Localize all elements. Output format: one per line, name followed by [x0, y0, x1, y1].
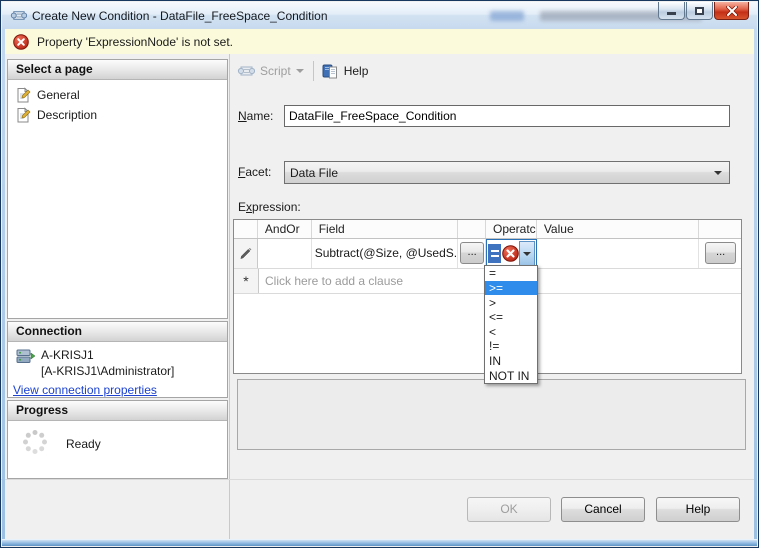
value-browse-button[interactable]: ...: [705, 242, 737, 264]
select-a-page-header: Select a page: [8, 60, 227, 80]
page-edit-icon: [17, 107, 31, 123]
expression-label: Expression:: [238, 200, 301, 214]
operator-option[interactable]: >: [485, 295, 537, 310]
operator-option[interactable]: <=: [485, 310, 537, 325]
connection-box: Connection A-KRISJ1 [A-KRISJ1\Administra…: [7, 321, 228, 398]
andor-cell[interactable]: [258, 239, 312, 268]
ok-button[interactable]: OK: [467, 497, 551, 522]
expression-description-box: [237, 379, 746, 450]
grid-header-row: AndOr Field Operatc Value: [234, 220, 741, 239]
col-value: Value: [537, 220, 700, 238]
row-selector-new: *: [234, 269, 259, 293]
sidebar-item-label: Description: [37, 108, 98, 122]
page-edit-icon: [17, 87, 31, 103]
titlebar: Create New Condition - DataFile_FreeSpac…: [2, 2, 757, 30]
operator-option[interactable]: =: [485, 266, 537, 281]
script-label: Script: [260, 64, 291, 78]
col-andor: AndOr: [258, 220, 312, 238]
chevron-down-icon: [714, 171, 722, 175]
footer-divider: [1, 479, 754, 480]
script-icon: [237, 66, 255, 76]
facet-selected-value: Data File: [290, 165, 339, 180]
script-dropdown-icon: [295, 69, 304, 73]
name-label: Name:: [238, 109, 274, 123]
col-value-btn: [699, 220, 741, 238]
left-panel: Select a page General Description Connec…: [5, 54, 230, 540]
field-ellipsis-cell: ...: [458, 239, 486, 268]
connection-header: Connection: [8, 322, 227, 342]
minimize-button[interactable]: [658, 2, 685, 20]
maximize-button[interactable]: [686, 2, 713, 20]
help-button[interactable]: Help: [656, 497, 740, 522]
row-selector-edit[interactable]: [234, 239, 258, 268]
col-field: Field: [312, 220, 459, 238]
validation-warning-bar: Property 'ExpressionNode' is not set.: [5, 29, 754, 55]
minimize-icon: [667, 12, 676, 15]
toolbar-separator: [312, 61, 314, 81]
name-input[interactable]: [284, 105, 730, 127]
sidebar-item-label: General: [37, 88, 80, 102]
sidebar-item-description[interactable]: Description: [8, 105, 227, 125]
operator-option[interactable]: IN: [485, 354, 537, 369]
help-label: Help: [343, 64, 369, 78]
progress-box: Progress Ready: [7, 400, 228, 479]
value-cell[interactable]: [537, 239, 700, 268]
server-icon: [16, 348, 36, 369]
connection-server: A-KRISJ1: [41, 348, 94, 362]
maximize-icon: [695, 6, 704, 15]
window-frame-right: [754, 28, 757, 541]
close-icon: [725, 5, 738, 16]
progress-status: Ready: [66, 437, 101, 451]
cancel-button[interactable]: Cancel: [561, 497, 645, 522]
operator-option[interactable]: <: [485, 325, 537, 340]
titlebar-watermark: [490, 11, 524, 21]
toolbar: Script Help: [230, 57, 754, 85]
dialog-window: Create New Condition - DataFile_FreeSpac…: [0, 0, 759, 548]
toolbar-help-button[interactable]: Help: [321, 62, 369, 80]
help-book-icon: [322, 64, 337, 79]
operator-option-selected[interactable]: >=: [485, 280, 537, 296]
facet-label: Facet:: [238, 165, 272, 179]
col-field-btn: [458, 220, 486, 238]
window-scroll-icon: [10, 7, 28, 27]
operator-option[interactable]: !=: [485, 339, 537, 354]
operator-dropdown-button[interactable]: [518, 241, 535, 266]
progress-header: Progress: [8, 401, 227, 421]
select-a-page-box: Select a page General Description: [7, 59, 228, 319]
pencil-icon: [240, 247, 252, 259]
operator-option[interactable]: NOT IN: [485, 368, 537, 383]
script-button[interactable]: Script: [237, 62, 304, 80]
view-connection-properties-link[interactable]: View connection properties: [13, 383, 157, 397]
window-frame-bottom: [2, 539, 757, 546]
field-cell[interactable]: Subtract(@Size, @UsedS...: [312, 239, 459, 268]
progress-spinner-icon: [21, 428, 49, 459]
operator-error-icon: [502, 245, 519, 262]
close-button[interactable]: [714, 2, 749, 20]
validation-warning-text: Property 'ExpressionNode' is not set.: [37, 34, 234, 49]
connection-user: [A-KRISJ1\Administrator]: [41, 364, 175, 378]
field-browse-button[interactable]: ...: [460, 242, 485, 264]
sidebar-item-general[interactable]: General: [8, 85, 227, 105]
value-ellipsis-cell: ...: [699, 239, 741, 268]
operator-chip-icon: [488, 244, 501, 263]
window-frame-left: [2, 28, 5, 541]
facet-select[interactable]: Data File: [284, 161, 730, 184]
operator-cell[interactable]: [486, 239, 537, 268]
operator-dropdown-list: = >= > <= < != IN NOT IN: [484, 265, 538, 384]
col-selector: [234, 220, 258, 238]
col-operator: Operatc: [486, 220, 537, 238]
chevron-down-icon: [522, 251, 531, 256]
error-icon: [13, 33, 29, 50]
window-title: Create New Condition - DataFile_FreeSpac…: [32, 9, 328, 23]
